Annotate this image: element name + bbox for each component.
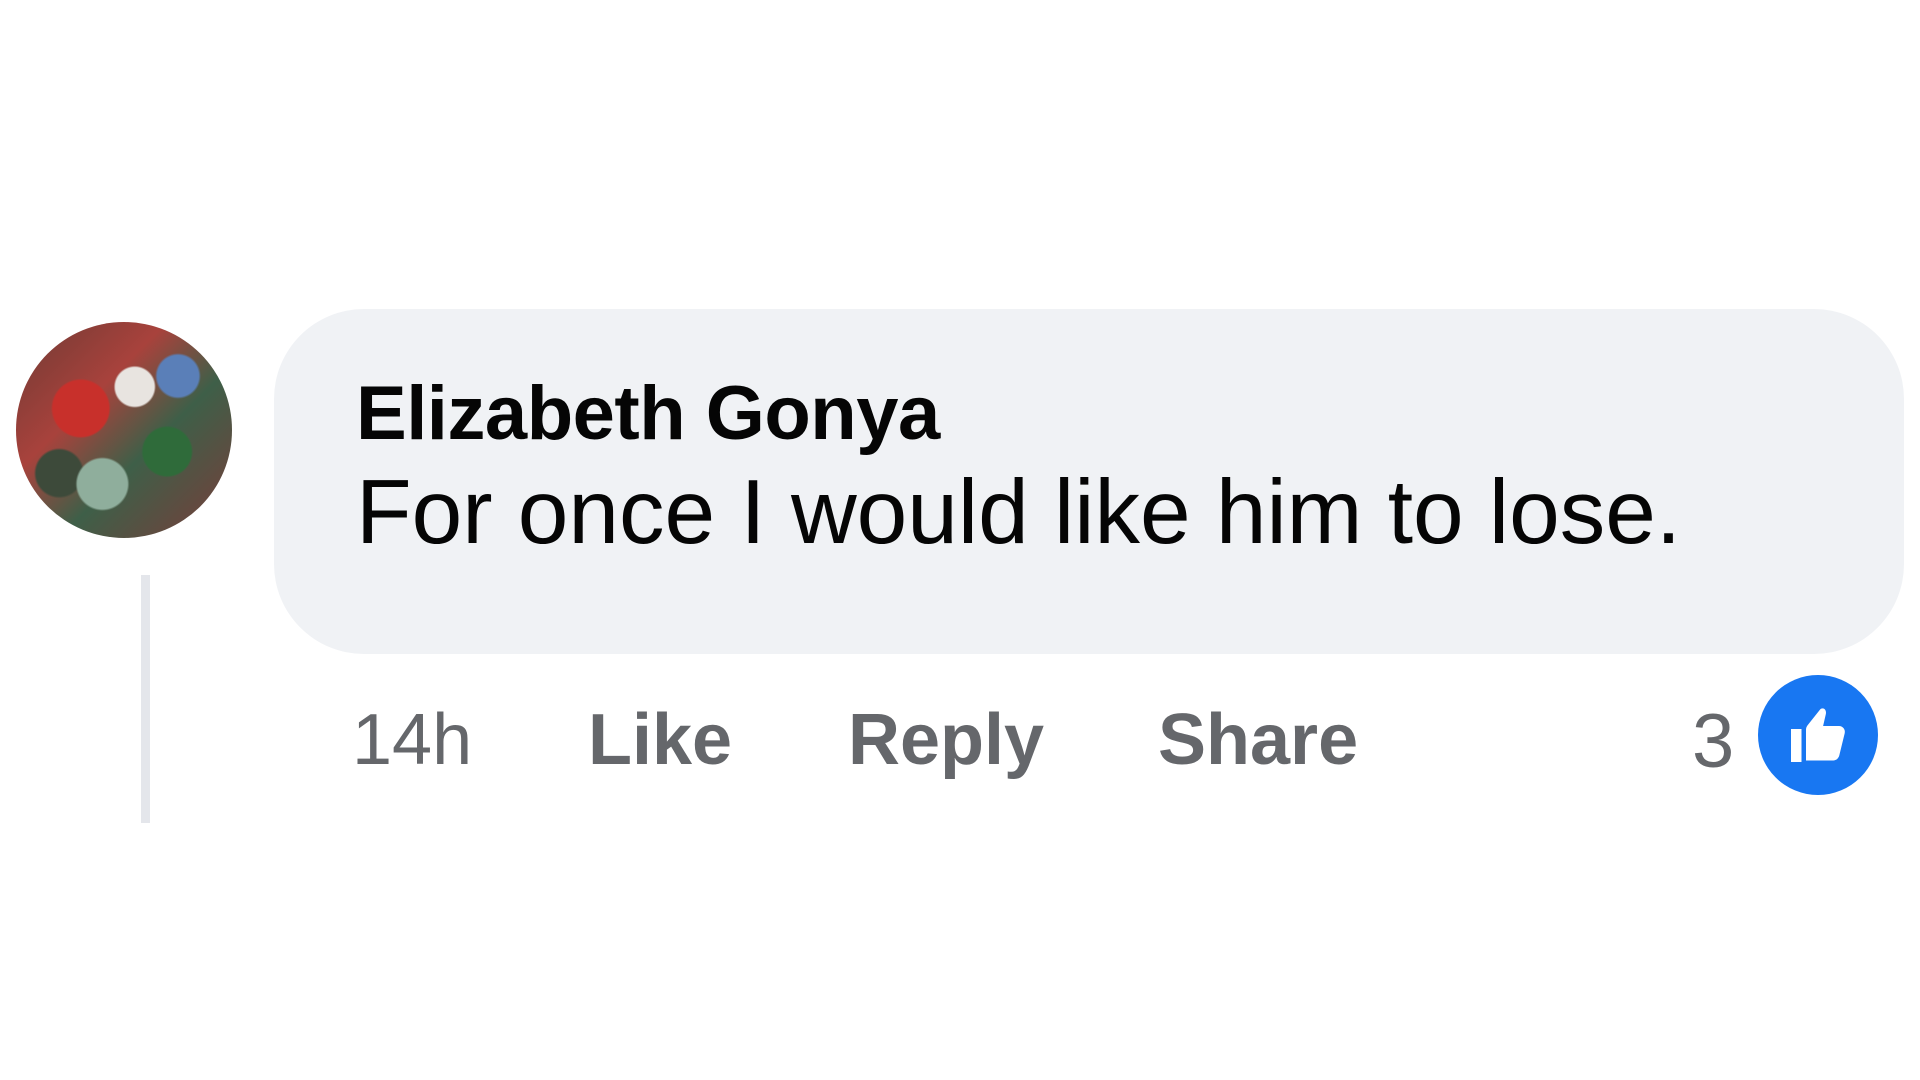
thumbs-up-icon bbox=[1791, 708, 1845, 762]
comment-bubble: Elizabeth Gonya For once I would like hi… bbox=[274, 309, 1904, 654]
like-reaction-badge[interactable] bbox=[1758, 675, 1878, 795]
comment: Elizabeth Gonya For once I would like hi… bbox=[0, 0, 1920, 1080]
like-button[interactable]: Like bbox=[588, 700, 732, 780]
timestamp[interactable]: 14h bbox=[352, 700, 472, 780]
reaction-count[interactable]: 3 bbox=[1692, 702, 1734, 782]
comment-text: For once I would like him to lose. bbox=[356, 462, 1682, 563]
share-button[interactable]: Share bbox=[1158, 700, 1358, 780]
author-name[interactable]: Elizabeth Gonya bbox=[356, 371, 1904, 457]
thread-line bbox=[141, 575, 150, 823]
reply-button[interactable]: Reply bbox=[848, 700, 1044, 780]
avatar[interactable] bbox=[16, 322, 232, 538]
